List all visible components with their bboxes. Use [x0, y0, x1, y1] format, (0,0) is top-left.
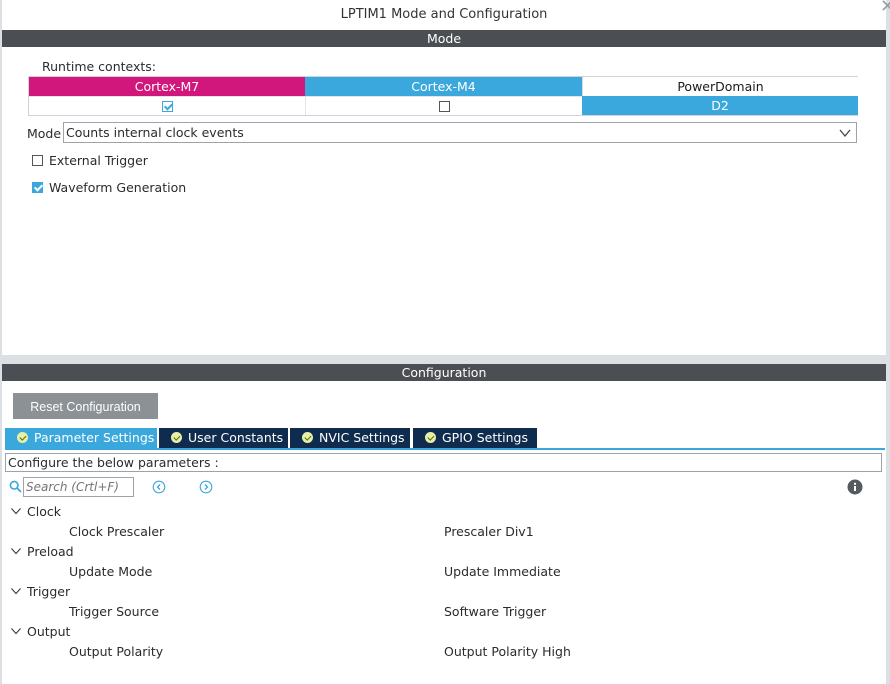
waveform-generation-label: Waveform Generation: [49, 180, 187, 195]
group-clock[interactable]: Clock: [10, 504, 61, 519]
waveform-generation-option[interactable]: Waveform Generation: [32, 180, 186, 195]
group-output[interactable]: Output: [10, 624, 70, 639]
param-name: Trigger Source: [69, 604, 160, 619]
tab-label: Parameter Settings: [34, 430, 155, 445]
param-name: Output Polarity: [69, 644, 164, 659]
chevron-down-icon: [839, 129, 851, 138]
mode-select[interactable]: Counts internal clock events: [63, 122, 857, 143]
param-value[interactable]: Update Immediate: [444, 564, 561, 579]
section-divider[interactable]: [2, 355, 886, 364]
chevron-down-icon: [11, 548, 21, 555]
powerdomain-value[interactable]: D2: [582, 96, 858, 115]
external-trigger-option[interactable]: External Trigger: [32, 153, 148, 168]
chevron-down-icon: [11, 588, 21, 595]
group-trigger[interactable]: Trigger: [10, 584, 70, 599]
mode-section-header: Mode: [2, 30, 886, 47]
lptim1-config-panel: LPTIM1 Mode and Configuration ✕ Mode Run…: [2, 0, 890, 684]
search-input[interactable]: [23, 477, 134, 497]
chevron-right-icon[interactable]: [199, 480, 213, 494]
context-cell-cortex-m7: [29, 96, 305, 115]
check-circle-icon: [171, 432, 182, 443]
cortex-m7-checkbox[interactable]: [161, 101, 173, 112]
tab-parameter-settings[interactable]: Parameter Settings: [5, 428, 157, 448]
param-value[interactable]: Prescaler Div1: [444, 524, 534, 539]
close-icon[interactable]: ✕: [880, 0, 890, 17]
check-circle-icon: [17, 432, 28, 443]
info-icon[interactable]: [847, 479, 863, 495]
context-cell-cortex-m4: [305, 96, 582, 115]
group-preload[interactable]: Preload: [10, 544, 74, 559]
group-label: Trigger: [27, 584, 71, 599]
runtime-contexts-label: Runtime contexts:: [42, 59, 157, 74]
check-circle-icon: [302, 432, 313, 443]
chevron-down-icon: [11, 508, 21, 515]
configuration-section-header: Configuration: [2, 364, 886, 381]
tab-underline: [5, 448, 885, 450]
cortex-m4-checkbox[interactable]: [438, 101, 450, 112]
waveform-generation-checkbox[interactable]: [32, 182, 43, 193]
tab-label: User Constants: [188, 430, 284, 445]
param-value[interactable]: Output Polarity High: [444, 644, 571, 659]
chevron-left-icon[interactable]: [152, 480, 166, 494]
tab-label: GPIO Settings: [442, 430, 528, 445]
search-icon: [9, 480, 22, 493]
tab-nvic-settings[interactable]: NVIC Settings: [290, 428, 410, 448]
group-label: Clock: [27, 504, 61, 519]
runtime-contexts-table: Cortex-M7 Cortex-M4 PowerDomain D2: [28, 76, 858, 116]
external-trigger-label: External Trigger: [49, 153, 148, 168]
chevron-down-icon: [11, 628, 21, 635]
group-label: Output: [27, 624, 71, 639]
param-name: Clock Prescaler: [69, 524, 165, 539]
param-value[interactable]: Software Trigger: [444, 604, 546, 619]
mode-select-value: Counts internal clock events: [66, 125, 244, 140]
tab-label: NVIC Settings: [319, 430, 405, 445]
check-circle-icon: [425, 432, 436, 443]
context-header-cortex-m4: Cortex-M4: [305, 77, 582, 96]
mode-label: Mode: [27, 126, 62, 141]
context-header-cortex-m7: Cortex-M7: [29, 77, 305, 96]
tab-gpio-settings[interactable]: GPIO Settings: [413, 428, 537, 448]
param-name: Update Mode: [69, 564, 153, 579]
context-header-powerdomain: PowerDomain: [582, 77, 858, 96]
external-trigger-checkbox[interactable]: [32, 155, 43, 166]
window-title: LPTIM1 Mode and Configuration: [340, 7, 548, 22]
group-label: Preload: [27, 544, 74, 559]
reset-configuration-button[interactable]: Reset Configuration: [13, 393, 158, 419]
parameters-hint: Configure the below parameters :: [5, 453, 882, 472]
tab-user-constants[interactable]: User Constants: [159, 428, 288, 448]
